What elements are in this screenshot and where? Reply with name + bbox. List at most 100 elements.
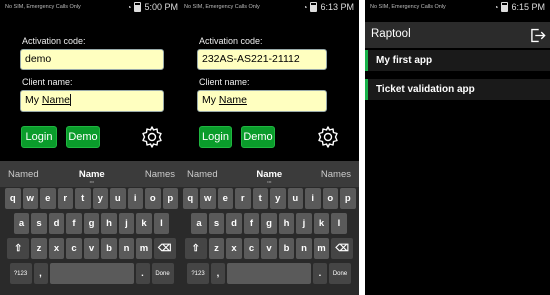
login-button[interactable]: Login [21,126,57,148]
suggestion-left[interactable]: Named [8,169,39,180]
key-s[interactable]: s [208,213,225,234]
key-u[interactable]: u [287,188,303,209]
key-j[interactable]: j [296,213,312,234]
key-row-4: ?123 , . Done [179,263,359,284]
settings-gear-icon[interactable] [316,125,340,149]
comma-key[interactable]: , [33,263,48,284]
key-i[interactable]: i [127,188,143,209]
key-o[interactable]: o [322,188,338,209]
key-k[interactable]: k [313,213,330,234]
demo-button[interactable]: Demo [66,126,100,148]
key-d[interactable]: d [226,213,242,234]
key-q[interactable]: q [5,188,21,209]
client-name-input[interactable]: My Name [197,90,327,112]
battery-icon [501,2,509,12]
done-key[interactable]: Done [329,263,351,284]
symbols-key[interactable]: ?123 [187,263,209,284]
key-y[interactable]: y [92,188,108,209]
client-name-label: Client name: [199,77,250,87]
key-l[interactable]: l [331,213,347,234]
key-z[interactable]: z [208,238,225,259]
key-q[interactable]: q [182,188,198,209]
shift-key[interactable]: ⇧ [184,238,207,259]
key-g[interactable]: g [83,213,100,234]
logout-icon[interactable] [528,27,546,44]
key-i[interactable]: i [305,188,321,209]
key-y[interactable]: y [270,188,286,209]
key-o[interactable]: o [145,188,161,209]
key-w[interactable]: w [200,188,216,209]
key-p[interactable]: p [162,188,178,209]
demo-button[interactable]: Demo [241,126,275,148]
key-x[interactable]: x [48,238,65,259]
text-cursor [69,94,71,107]
key-t[interactable]: t [75,188,91,209]
activation-code-input[interactable]: 232AS-AS221-21112 [197,49,327,70]
period-key[interactable]: . [135,263,150,284]
period-key[interactable]: . [313,263,327,284]
backspace-key[interactable]: ⌫ [331,238,354,259]
key-m[interactable]: m [136,238,152,259]
key-b[interactable]: b [278,238,295,259]
key-p[interactable]: p [340,188,356,209]
key-a[interactable]: a [191,213,207,234]
suggestion-center[interactable]: Name [79,169,105,180]
activation-code-label: Activation code: [22,36,86,46]
symbols-key[interactable]: ?123 [9,263,32,284]
key-e[interactable]: e [40,188,56,209]
suggestion-left[interactable]: Named [187,169,218,180]
app-title: Raptool [371,28,411,40]
app-list-item[interactable]: Ticket validation app [365,79,550,100]
key-s[interactable]: s [31,213,47,234]
key-n[interactable]: n [118,238,135,259]
key-t[interactable]: t [252,188,268,209]
app-list-item[interactable]: My first app [365,50,550,71]
suggestion-center[interactable]: Name [256,169,282,180]
key-x[interactable]: x [226,238,242,259]
suggestion-right[interactable]: Names [321,169,351,180]
key-h[interactable]: h [278,213,295,234]
key-k[interactable]: k [136,213,152,234]
key-r[interactable]: r [57,188,73,209]
activation-code-input[interactable]: demo [20,49,164,70]
key-j[interactable]: j [118,213,135,234]
done-key[interactable]: Done [151,263,174,284]
key-f[interactable]: f [243,213,260,234]
wifi-icon: ◔ [302,2,308,12]
key-v[interactable]: v [261,238,277,259]
suggestion-bar: Named Name Names [0,161,183,187]
login-button[interactable]: Login [199,126,232,148]
key-d[interactable]: d [48,213,65,234]
key-m[interactable]: m [313,238,330,259]
key-w[interactable]: w [22,188,38,209]
key-b[interactable]: b [101,238,117,259]
wifi-icon: ◔ [126,2,132,12]
space-key[interactable] [227,263,311,284]
key-a[interactable]: a [13,213,30,234]
key-u[interactable]: u [110,188,126,209]
key-n[interactable]: n [296,238,312,259]
settings-gear-icon[interactable] [140,125,164,149]
space-key[interactable] [49,263,134,284]
key-v[interactable]: v [83,238,100,259]
battery-icon [310,2,318,12]
key-c[interactable]: c [66,238,82,259]
soft-keyboard: Named Name Names q w e r t y u i o p a s… [179,161,359,295]
suggestion-right[interactable]: Names [145,169,175,180]
key-e[interactable]: e [217,188,233,209]
shift-key[interactable]: ⇧ [7,238,30,259]
client-name-input[interactable]: My Name [20,90,164,112]
key-g[interactable]: g [261,213,277,234]
key-r[interactable]: r [235,188,251,209]
key-z[interactable]: z [31,238,47,259]
status-time: 6:15 PM [511,2,545,12]
key-l[interactable]: l [153,213,170,234]
key-f[interactable]: f [66,213,82,234]
key-h[interactable]: h [101,213,117,234]
key-c[interactable]: c [243,238,260,259]
comma-key[interactable]: , [211,263,225,284]
backspace-key[interactable]: ⌫ [153,238,176,259]
status-time: 5:00 PM [144,2,178,12]
key-row-1: q w e r t y u i o p [0,188,183,209]
status-carrier: No SIM, Emergency Calls Only [5,4,81,10]
